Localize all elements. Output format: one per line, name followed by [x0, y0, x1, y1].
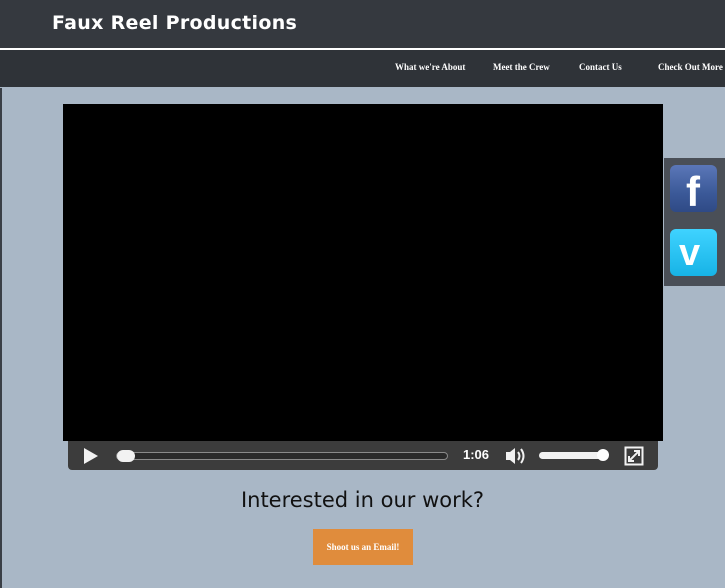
vimeo-icon[interactable]: v	[670, 229, 717, 276]
volume-icon[interactable]	[504, 445, 528, 467]
volume-handle[interactable]	[597, 449, 609, 461]
site-title[interactable]: Faux Reel Productions	[52, 12, 297, 34]
fullscreen-icon[interactable]	[624, 446, 644, 466]
main-nav: What we're About Meet the Crew Contact U…	[0, 50, 725, 87]
play-icon[interactable]	[82, 447, 100, 465]
vimeo-letter: v	[679, 232, 700, 274]
video-player[interactable]	[63, 104, 663, 441]
facebook-icon[interactable]: f	[670, 165, 717, 215]
nav-item-crew[interactable]: Meet the Crew	[493, 62, 550, 72]
video-time: 1:06	[463, 447, 490, 462]
site-header: Faux Reel Productions	[0, 0, 725, 50]
email-button[interactable]: Shoot us an Email!	[313, 529, 413, 565]
progress-handle[interactable]	[117, 450, 135, 462]
nav-item-about[interactable]: What we're About	[395, 62, 465, 72]
page-edge	[0, 88, 2, 588]
nav-item-more[interactable]: Check Out More	[658, 62, 723, 72]
volume-slider[interactable]	[539, 449, 609, 461]
video-progress-bar[interactable]	[116, 450, 448, 462]
work-headline: Interested in our work?	[240, 488, 485, 512]
page: Faux Reel Productions What we're About M…	[0, 0, 725, 588]
social-links: f v	[664, 158, 725, 286]
facebook-letter: f	[686, 168, 701, 212]
video-controls: 1:06	[68, 441, 658, 470]
nav-item-contact[interactable]: Contact Us	[579, 62, 622, 72]
